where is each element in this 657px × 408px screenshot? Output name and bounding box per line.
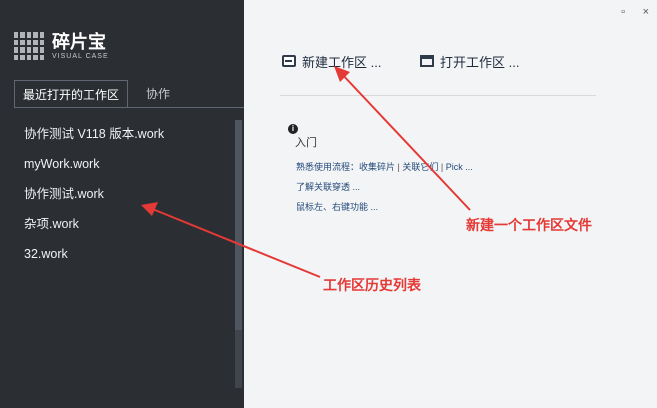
scrollbar[interactable] [235,120,242,388]
app-name: 碎片宝 [52,31,106,52]
tab-recent-workspaces[interactable]: 最近打开的工作区 [14,80,128,108]
link-mouse-functions[interactable]: 鼠标左、右键功能 ... [296,202,378,212]
link-relate-them[interactable]: 关联它们 [402,162,438,172]
list-item[interactable]: 协作测试.work [24,182,234,212]
open-workspace-button[interactable]: 打开工作区 ... [420,52,519,70]
logo-text: 碎片宝 VISUAL CASE [52,33,109,60]
sidebar: 碎片宝 VISUAL CASE 最近打开的工作区 协作 协作测试 V118 版本… [0,0,244,408]
getting-started-title: 入门 [295,137,317,149]
list-item[interactable]: 杂项.work [24,212,234,242]
link-separator: | [397,162,400,172]
folder-open-icon [420,55,434,67]
tab-collaboration[interactable]: 协作 [138,80,178,108]
main-panel: ▫ × 新建工作区 ... 打开工作区 ... i 入门 熟悉使用流程：收集碎片… [244,0,657,408]
tab-divider [14,107,244,108]
scrollbar-thumb[interactable] [235,120,242,330]
annotation-history-list: 工作区历史列表 [323,277,421,293]
logo-icon [14,32,44,60]
new-workspace-icon [282,55,296,67]
info-icon: i [288,124,298,134]
app-logo: 碎片宝 VISUAL CASE [14,30,109,62]
new-workspace-button[interactable]: 新建工作区 ... [282,52,381,70]
link-separator: | [440,162,444,172]
link-usage-flow[interactable]: 熟悉使用流程：收集碎片 [296,162,395,172]
link-pick[interactable]: Pick ... [446,162,473,172]
new-workspace-label: 新建工作区 ... [302,54,382,70]
list-item[interactable]: 32.work [24,242,234,272]
recent-workspace-list: 协作测试 V118 版本.work myWork.work 协作测试.work … [24,122,234,272]
link-relation-penetration[interactable]: 了解关联穿透 ... [296,182,360,192]
annotation-new-workspace-file: 新建一个工作区文件 [466,217,592,233]
open-workspace-label: 打开工作区 ... [440,54,520,70]
app-subtitle: VISUAL CASE [52,52,109,60]
sidebar-tabs: 最近打开的工作区 协作 [14,80,244,108]
list-item[interactable]: myWork.work [24,152,234,182]
close-button[interactable]: × [643,6,649,18]
getting-started-links: 熟悉使用流程：收集碎片 | 关联它们 | Pick ... 了解关联穿透 ...… [296,157,473,217]
list-item[interactable]: 协作测试 V118 版本.work [24,122,234,152]
divider [280,95,596,96]
minimize-button[interactable]: ▫ [621,6,625,18]
